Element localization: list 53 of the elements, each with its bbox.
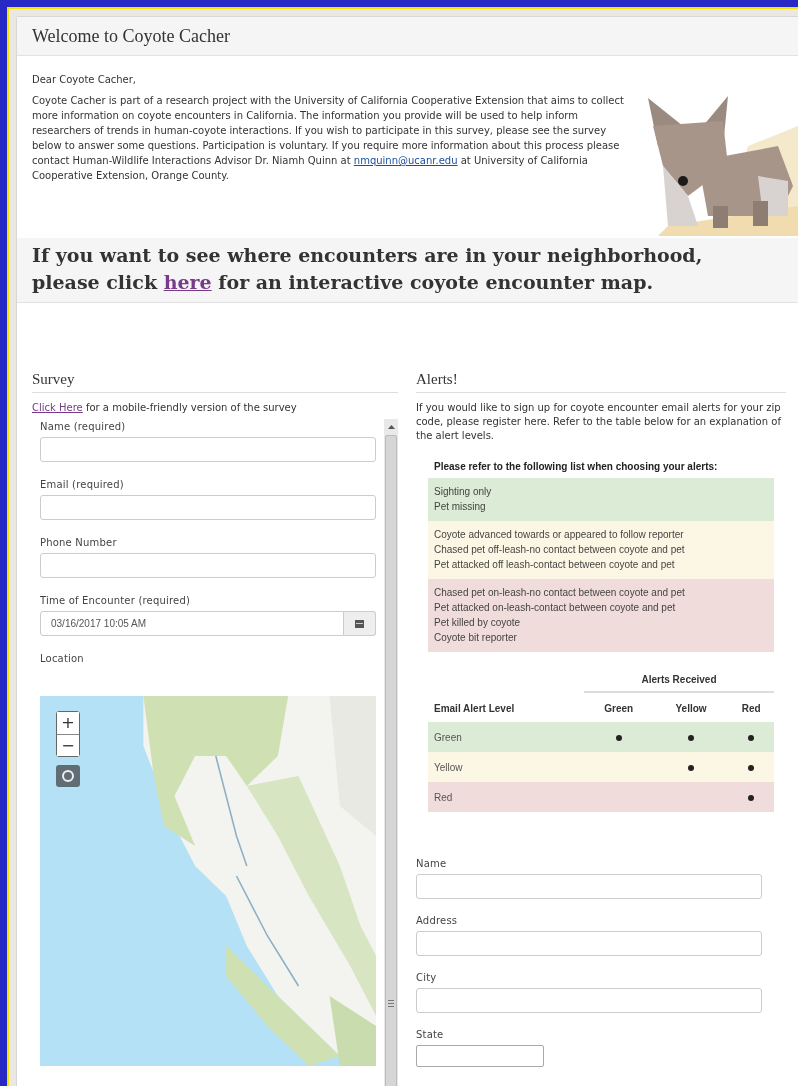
intro-paragraph: Coyote Cacher is part of a research project with the University of California Cooperative Extension that aims to collect more information on coyote encounters in California. The information you provide will be used to help inform researchers of trends in human-coyote interactions. If you wish to participate in this survey, please see the survey below to answer some questions. Participation is voluntary. If you require more information about this process please contact Human-Wildlife Interactions Advisor Dr. Niamh Quinn at nmquinn@ucanr.edu at University of California Cooperative Extension, Orange County.: [32, 94, 624, 183]
legend-item: Pet attacked off leash-contact between coyote and pet: [434, 558, 676, 572]
legend-item: Coyote advanced towards or appeared to follow reporter: [434, 528, 685, 542]
map-invitation: If you want to see where encounters are in your neighborhood, please click here for an interactive coyote encounter map.: [32, 243, 704, 295]
text-field[interactable]: [40, 553, 377, 578]
column-group-heading: Alerts Received: [641, 674, 717, 685]
text-field[interactable]: [416, 874, 762, 899]
field-label: Email (required): [40, 479, 125, 490]
table-cell: Red: [434, 791, 453, 803]
column-heading: Red: [741, 703, 761, 714]
mobile-survey-text: Click Here for a mobile-friendly version of the survey: [32, 402, 298, 413]
legend-item: Coyote bit reporter: [434, 631, 518, 645]
text-field[interactable]: [416, 988, 762, 1013]
field-label: Name (required): [40, 421, 127, 432]
greeting: Dear Coyote Cacher,: [32, 74, 138, 85]
legend-item: Sighting only: [434, 485, 493, 499]
legend-item: Pet attacked on-leash-contact between coyote and pet: [434, 601, 677, 615]
page-title: Welcome to Coyote Cacher: [32, 25, 230, 47]
column-heading: Email Alert Level: [434, 702, 515, 714]
calendar-button[interactable]: [344, 611, 377, 636]
table-cell: Yellow: [434, 761, 463, 773]
legend-item: Pet killed by coyote: [434, 616, 522, 630]
table-cell: Green: [434, 731, 462, 743]
text-field[interactable]: [40, 437, 377, 462]
field-label: Time of Encounter (required): [40, 595, 192, 606]
email-link[interactable]: nmquinn@ucanr.edu: [353, 155, 458, 166]
date-time-field[interactable]: 03/16/2017 10:05 AM: [40, 611, 345, 636]
locate-button[interactable]: [56, 765, 80, 787]
field-label: State: [416, 1029, 445, 1040]
legend-item: Pet missing: [434, 500, 487, 514]
alerts-intro: If you would like to sign up for coyote encounter email alerts for your zip code, please register here. Refer to the table below for an explanation of the alert levels.: [416, 401, 783, 443]
field-label: City: [416, 972, 438, 983]
section-heading: Alerts!: [416, 371, 786, 393]
scroll-up-icon: [387, 425, 395, 429]
text-field[interactable]: [40, 495, 377, 520]
field-label: Location: [40, 653, 85, 664]
column-heading: Green: [604, 703, 634, 714]
legend-item: Chased pet off-leash-no contact between coyote and pet: [434, 543, 686, 557]
grip-icon: [388, 1000, 395, 1008]
zoom-out-button[interactable]: −: [57, 734, 79, 756]
mobile-survey-link[interactable]: Click Here: [32, 402, 83, 413]
section-heading: Survey: [32, 371, 398, 393]
legend-item: Chased pet on-leash-no contact between coyote and pet: [434, 586, 686, 600]
field-label: Name: [416, 858, 448, 869]
column-heading: Yellow: [675, 703, 707, 714]
field-label: Phone Number: [40, 537, 118, 548]
text-field[interactable]: [416, 931, 762, 956]
field-label: Address: [416, 915, 459, 926]
state-dropdown[interactable]: [416, 1045, 544, 1067]
calendar-icon: [355, 619, 365, 628]
target-icon: [61, 769, 75, 783]
map-link[interactable]: here: [163, 271, 212, 293]
legend-title: Please refer to the following list when choosing your alerts:: [433, 461, 719, 472]
